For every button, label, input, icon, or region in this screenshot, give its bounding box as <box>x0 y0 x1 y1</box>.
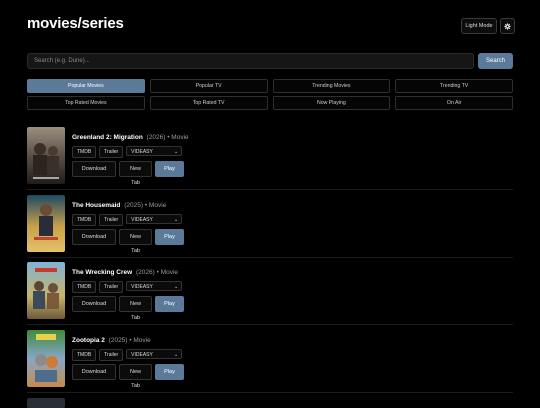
tab-trending-movies[interactable]: Trending Movies <box>272 79 391 93</box>
item-type: • Movie <box>129 336 151 344</box>
trailer-button[interactable]: Trailer <box>99 348 124 361</box>
item-title: Zootopia 2 <box>72 336 105 344</box>
tmdb-button[interactable]: TMDB <box>72 146 97 158</box>
chevron-down-icon: ⌄ <box>173 351 179 358</box>
tab-on-air[interactable]: On Air <box>395 96 513 110</box>
item-meta: The Housemaid (2025) • Movie <box>72 202 166 209</box>
item-meta: Zootopia 2 (2025) • Movie <box>72 337 151 344</box>
new-tab-button[interactable]: New Tab <box>119 296 152 321</box>
play-button[interactable]: Play <box>155 161 184 177</box>
search-input[interactable]: Search (e.g. Dune)... <box>27 53 474 69</box>
chevron-down-icon: ⌄ <box>173 149 179 155</box>
chevron-down-icon: ⌄ <box>173 216 179 223</box>
tmdb-button[interactable]: TMDB <box>72 213 97 226</box>
download-button[interactable]: Download <box>72 296 116 312</box>
light-mode-button[interactable]: Light Mode <box>461 18 497 34</box>
source-select-value: VIDEASY <box>131 216 153 223</box>
category-tabs: Popular Movies Popular TV Trending Movie… <box>27 79 513 110</box>
tmdb-button[interactable]: TMDB <box>72 281 97 293</box>
list-item: The Housemaid (2025) • Movie TMDB Traile… <box>27 194 513 258</box>
poster-image[interactable] <box>27 329 65 387</box>
item-year: (2025) <box>124 201 144 209</box>
item-year: (2025) <box>108 336 128 344</box>
source-select[interactable]: VIDEASY ⌄ <box>126 281 183 291</box>
download-button[interactable]: Download <box>72 228 116 245</box>
list-item: The Wrecking Crew (2026) • Movie TMDB Tr… <box>27 262 513 325</box>
item-type: • Movie <box>167 134 189 141</box>
new-tab-button[interactable]: New Tab <box>119 228 152 254</box>
source-select-value: VIDEASY <box>131 284 153 290</box>
search-button[interactable]: Search <box>478 53 513 69</box>
download-button[interactable]: Download <box>72 363 116 380</box>
tab-now-playing[interactable]: Now Playing <box>272 96 391 110</box>
settings-button[interactable] <box>500 18 515 34</box>
poster-image[interactable] <box>27 398 65 408</box>
tmdb-button[interactable]: TMDB <box>72 348 97 361</box>
results-list: Greenland 2: Migration (2026) • Movie TM… <box>27 127 513 397</box>
item-title: The Housemaid <box>72 201 121 209</box>
trailer-button[interactable]: Trailer <box>99 281 124 293</box>
item-type: • Movie <box>144 201 167 209</box>
poster-image[interactable] <box>27 194 65 252</box>
download-button[interactable]: Download <box>72 161 116 177</box>
play-button[interactable]: Play <box>155 363 184 380</box>
list-item: Greenland 2: Migration (2026) • Movie TM… <box>27 127 513 190</box>
poster-image[interactable] <box>27 127 65 184</box>
source-select[interactable]: VIDEASY ⌄ <box>126 213 183 224</box>
chevron-down-icon: ⌄ <box>173 284 179 290</box>
tab-top-rated-tv[interactable]: Top Rated TV <box>149 96 268 110</box>
trailer-button[interactable]: Trailer <box>99 213 124 226</box>
item-title: The Wrecking Crew <box>72 269 133 276</box>
tab-popular-movies[interactable]: Popular Movies <box>27 79 145 93</box>
item-meta: Greenland 2: Migration (2026) • Movie <box>72 134 189 141</box>
poster-image[interactable] <box>27 262 65 319</box>
list-item: Zootopia 2 (2025) • Movie TMDB Trailer V… <box>27 329 513 393</box>
item-meta: The Wrecking Crew (2026) • Movie <box>72 269 178 276</box>
source-select[interactable]: VIDEASY ⌄ <box>126 348 183 359</box>
new-tab-button[interactable]: New Tab <box>119 161 152 186</box>
trailer-button[interactable]: Trailer <box>99 146 124 158</box>
tab-top-rated-movies[interactable]: Top Rated Movies <box>27 96 145 110</box>
item-title: Greenland 2: Migration <box>72 134 143 141</box>
item-year: (2026) <box>146 134 166 141</box>
new-tab-button[interactable]: New Tab <box>119 363 152 389</box>
tab-trending-tv[interactable]: Trending TV <box>395 79 513 93</box>
play-button[interactable]: Play <box>155 228 184 245</box>
gear-icon <box>504 22 511 30</box>
item-year: (2026) <box>136 269 155 276</box>
source-select-value: VIDEASY <box>131 351 153 358</box>
source-select-value: VIDEASY <box>131 149 153 155</box>
source-select[interactable]: VIDEASY ⌄ <box>126 146 183 156</box>
item-type: • Movie <box>156 269 179 276</box>
page-title: movies/series <box>27 15 124 32</box>
tab-popular-tv[interactable]: Popular TV <box>149 79 268 93</box>
play-button[interactable]: Play <box>155 296 184 312</box>
